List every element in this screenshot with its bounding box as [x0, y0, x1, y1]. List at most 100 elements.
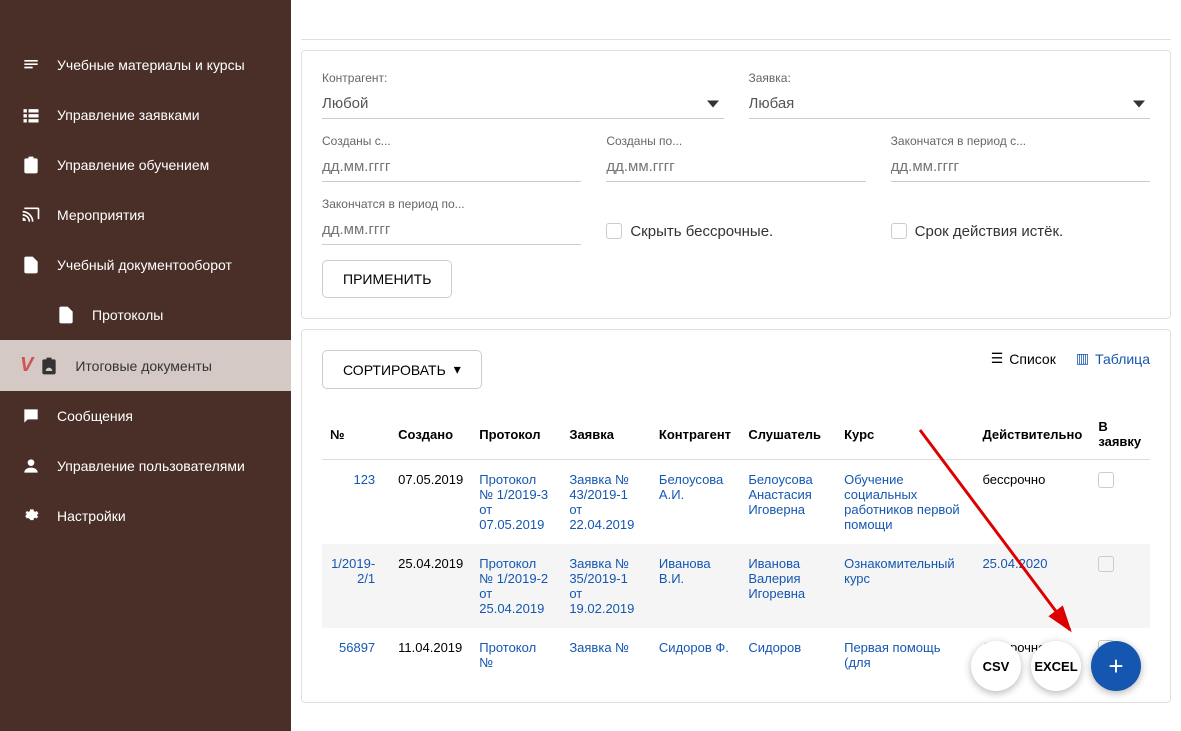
filter-panel: Контрагент: Заявка: Созданы с... Созданы… — [301, 50, 1171, 319]
end-to-label: Закончатся в период по... — [322, 197, 581, 211]
to-request-checkbox[interactable] — [1098, 556, 1114, 572]
table-header[interactable]: Курс — [836, 409, 974, 460]
sidebar-item-events[interactable]: Мероприятия — [0, 190, 291, 240]
table-header[interactable]: Создано — [390, 409, 471, 460]
file-icon — [55, 304, 77, 326]
contractor-label: Контрагент: — [322, 71, 724, 85]
clipboard-icon — [20, 154, 42, 176]
contractor-select[interactable] — [322, 89, 724, 119]
checkbox-icon — [606, 223, 622, 239]
listener-link[interactable]: Иванова Валерия Игоревна — [748, 556, 805, 601]
protocol-link[interactable]: Протокол № 1/2019-2 от 25.04.2019 — [479, 556, 548, 616]
end-to-input[interactable] — [322, 215, 581, 245]
sidebar-item-label: Протоколы — [92, 307, 163, 323]
protocol-link[interactable]: Протокол № — [479, 640, 536, 670]
table-row: 1/2019-2/1 25.04.2019Протокол № 1/2019-2 … — [322, 544, 1150, 628]
book-icon — [20, 54, 42, 76]
export-csv-button[interactable]: CSV — [971, 641, 1021, 691]
cell-valid: 25.04.2020 — [974, 544, 1090, 628]
sidebar-item-education[interactable]: Управление обучением — [0, 140, 291, 190]
sidebar-item-materials[interactable]: Учебные материалы и курсы — [0, 40, 291, 90]
sidebar-item-label: Итоговые документы — [75, 358, 212, 374]
table-header[interactable]: № — [322, 409, 390, 460]
fab-row: CSV EXCEL + — [971, 641, 1141, 691]
sort-button[interactable]: СОРТИРОВАТЬ ▾ — [322, 350, 482, 389]
course-link[interactable]: Обучение социальных работников первой по… — [844, 472, 960, 532]
table-header[interactable]: Слушатель — [740, 409, 836, 460]
gear-icon — [20, 505, 42, 527]
sidebar-item-protocols[interactable]: Протоколы — [0, 290, 291, 340]
cast-icon — [20, 204, 42, 226]
table-header[interactable]: Заявка — [561, 409, 651, 460]
message-icon — [20, 405, 42, 427]
table-header[interactable]: В заявку — [1090, 409, 1150, 460]
sidebar-item-label: Управление обучением — [57, 157, 209, 173]
course-link[interactable]: Первая помощь (для — [844, 640, 940, 670]
protocol-link[interactable]: Протокол № 1/2019-3 от 07.05.2019 — [479, 472, 548, 532]
listener-link[interactable]: Белоусова Анастасия Иговерна — [748, 472, 812, 517]
sidebar-item-users[interactable]: Управление пользователями — [0, 441, 291, 491]
table-row: 123 07.05.2019Протокол № 1/2019-3 от 07.0… — [322, 460, 1150, 545]
sidebar: Учебные материалы и курсы Управление зая… — [0, 0, 291, 731]
user-icon — [20, 455, 42, 477]
main-content: Контрагент: Заявка: Созданы с... Созданы… — [291, 0, 1181, 731]
table-header[interactable]: Контрагент — [651, 409, 740, 460]
sidebar-item-messages[interactable]: Сообщения — [0, 391, 291, 441]
cell-created: 25.04.2019 — [390, 544, 471, 628]
num-link[interactable]: 56897 — [339, 640, 375, 655]
cell-valid: бессрочно — [974, 460, 1090, 545]
course-link[interactable]: Ознакомительный курс — [844, 556, 955, 586]
sidebar-item-requests[interactable]: Управление заявками — [0, 90, 291, 140]
created-to-input[interactable] — [606, 152, 865, 182]
hide-unlimited-checkbox[interactable]: Скрыть бессрочные. — [606, 197, 865, 245]
view-toggle: ☰ Список ▥ Таблица — [991, 350, 1150, 367]
created-from-label: Созданы с... — [322, 134, 581, 148]
request-link[interactable]: Заявка № 35/2019-1 от 19.02.2019 — [569, 556, 634, 616]
sidebar-item-label: Учебный документооборот — [57, 257, 232, 273]
list-icon — [20, 104, 42, 126]
request-label: Заявка: — [749, 71, 1151, 85]
sidebar-item-label: Настройки — [57, 508, 126, 524]
list-view-icon: ☰ — [991, 350, 1004, 367]
sidebar-item-label: Управление заявками — [57, 107, 200, 123]
file-icon — [20, 254, 42, 276]
sidebar-item-label: Сообщения — [57, 408, 133, 424]
sidebar-item-docflow[interactable]: Учебный документооборот — [0, 240, 291, 290]
listener-link[interactable]: Сидоров — [748, 640, 801, 655]
apply-button[interactable]: ПРИМЕНИТЬ — [322, 260, 452, 298]
check-mark-icon: V — [20, 354, 33, 377]
view-table-button[interactable]: ▥ Таблица — [1076, 350, 1150, 367]
table-header[interactable]: Протокол — [471, 409, 561, 460]
sidebar-item-label: Мероприятия — [57, 207, 145, 223]
num-link[interactable]: 1/2019-2/1 — [331, 556, 375, 586]
sidebar-item-label: Учебные материалы и курсы — [57, 57, 245, 73]
table-header[interactable]: Действительно — [974, 409, 1090, 460]
add-button[interactable]: + — [1091, 641, 1141, 691]
checkbox-icon — [891, 223, 907, 239]
created-from-input[interactable] — [322, 152, 581, 182]
created-to-label: Созданы по... — [606, 134, 865, 148]
to-request-checkbox[interactable] — [1098, 472, 1114, 488]
request-link[interactable]: Заявка № — [569, 640, 629, 655]
view-list-button[interactable]: ☰ Список — [991, 350, 1056, 367]
request-select[interactable] — [749, 89, 1151, 119]
sidebar-item-settings[interactable]: Настройки — [0, 491, 291, 541]
request-link[interactable]: Заявка № 43/2019-1 от 22.04.2019 — [569, 472, 634, 532]
sidebar-item-final-docs[interactable]: V Итоговые документы — [0, 340, 291, 391]
contractor-link[interactable]: Белоусова А.И. — [659, 472, 723, 502]
contractor-link[interactable]: Сидоров Ф. — [659, 640, 729, 655]
end-from-label: Закончатся в период с... — [891, 134, 1150, 148]
hide-unlimited-label: Скрыть бессрочные. — [630, 223, 773, 240]
sidebar-item-label: Управление пользователями — [57, 458, 245, 474]
expired-label: Срок действия истёк. — [915, 223, 1064, 240]
end-from-input[interactable] — [891, 152, 1150, 182]
clipboard-user-icon — [38, 355, 60, 377]
cell-created: 11.04.2019 — [390, 628, 471, 682]
contractor-link[interactable]: Иванова В.И. — [659, 556, 711, 586]
num-link[interactable]: 123 — [353, 472, 375, 487]
cell-created: 07.05.2019 — [390, 460, 471, 545]
chevron-down-icon: ▾ — [454, 361, 461, 378]
table-view-icon: ▥ — [1076, 350, 1089, 367]
expired-checkbox[interactable]: Срок действия истёк. — [891, 197, 1150, 245]
export-excel-button[interactable]: EXCEL — [1031, 641, 1081, 691]
